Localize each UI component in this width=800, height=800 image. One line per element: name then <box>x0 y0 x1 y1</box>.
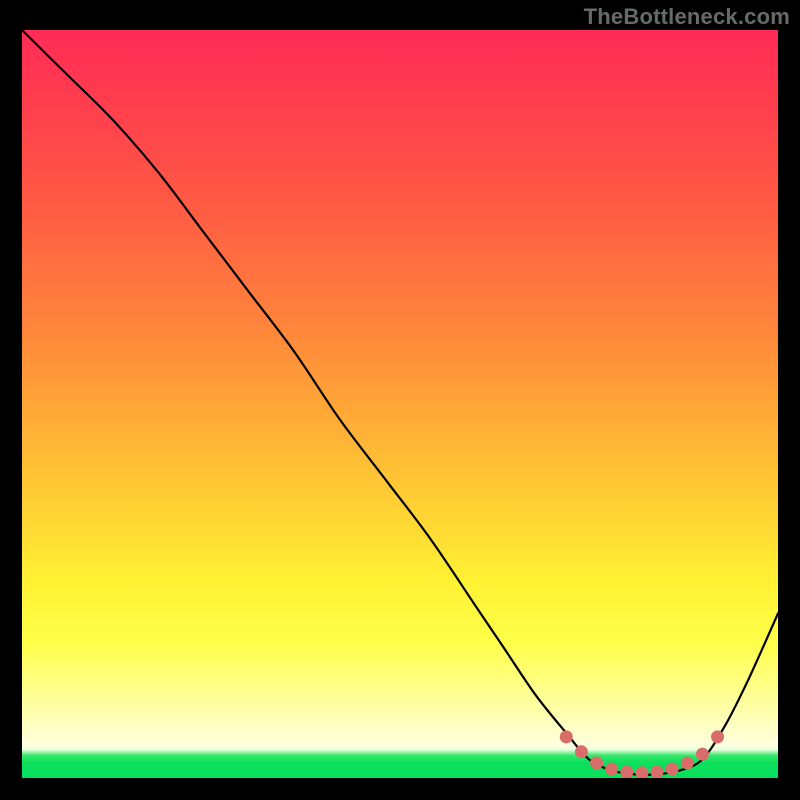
marker-dot <box>560 731 572 743</box>
plot-area <box>22 30 778 778</box>
marker-dot <box>575 746 587 758</box>
marker-dot <box>636 767 648 778</box>
chart-stage: TheBottleneck.com <box>0 0 800 800</box>
marker-dot <box>651 766 663 778</box>
marker-dot <box>696 748 708 760</box>
marker-dot <box>712 731 724 743</box>
marker-dot <box>591 757 603 769</box>
marker-dot <box>606 763 618 775</box>
marker-dot <box>621 766 633 778</box>
bottleneck-curve <box>22 30 778 775</box>
curve-svg <box>22 30 778 778</box>
marker-dot <box>681 757 693 769</box>
marker-dot <box>666 763 678 775</box>
watermark-text: TheBottleneck.com <box>584 4 790 30</box>
optimal-range-markers <box>560 731 723 778</box>
